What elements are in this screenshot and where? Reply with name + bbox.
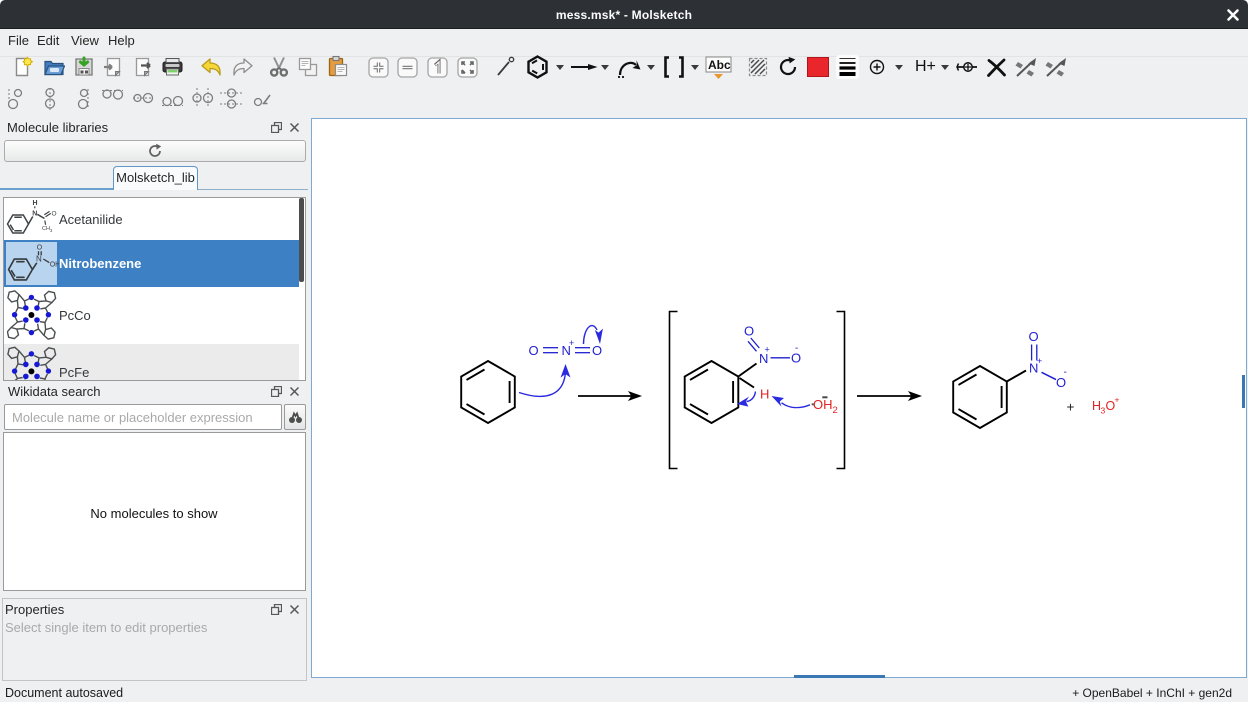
svg-text:N: N <box>36 254 42 263</box>
svg-text:OH: OH <box>50 262 59 269</box>
svg-text:O: O <box>52 211 57 218</box>
svg-text:-: - <box>795 343 798 354</box>
svg-text:+: + <box>1037 356 1042 366</box>
svg-text:O: O <box>1029 329 1039 344</box>
svg-text:O: O <box>37 245 43 252</box>
svg-text:N: N <box>32 210 37 217</box>
svg-text:Abc: Abc <box>708 58 731 72</box>
svg-text:3: 3 <box>50 228 53 233</box>
svg-text:O: O <box>529 343 539 358</box>
svg-text:2: 2 <box>833 405 838 416</box>
svg-text:+: + <box>1115 395 1120 405</box>
svg-text:CH: CH <box>42 226 50 232</box>
svg-text:H: H <box>760 387 769 402</box>
svg-text:+: + <box>569 338 574 348</box>
svg-text:+: + <box>765 345 770 355</box>
svg-text:-: - <box>1064 367 1067 378</box>
svg-text:O: O <box>592 343 602 358</box>
svg-text:+: + <box>1067 400 1075 415</box>
svg-text:OH: OH <box>813 397 833 412</box>
svg-text:O: O <box>744 324 754 339</box>
svg-text:H: H <box>33 200 38 207</box>
